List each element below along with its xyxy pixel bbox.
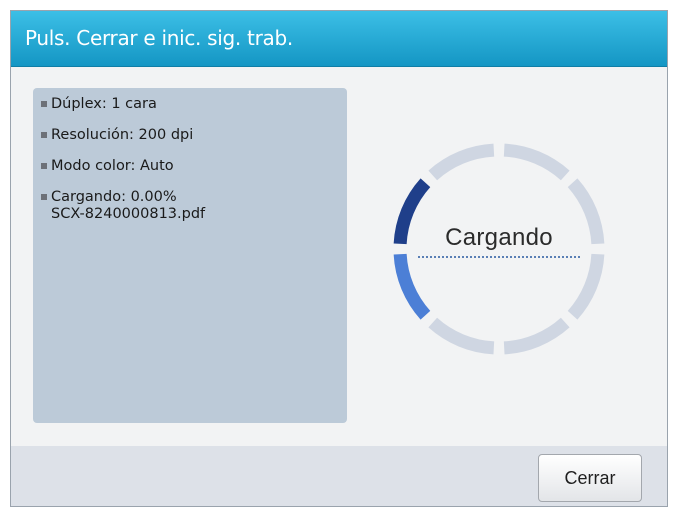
spinner-segment — [428, 317, 495, 355]
info-item-duplex: Dúplex: 1 cara — [41, 96, 205, 113]
spinner-segment — [503, 317, 570, 355]
loading-spinner: Cargando — [388, 138, 610, 360]
bullet-icon — [41, 194, 47, 200]
dialog-titlebar: Puls. Cerrar e inic. sig. trab. — [11, 11, 667, 67]
file-name-text: SCX-8240000813.pdf — [51, 206, 206, 222]
info-item-loading: Cargando: 0.00% SCX-8240000813.pdf — [41, 189, 205, 223]
info-item-resolution: Resolución: 200 dpi — [41, 127, 205, 144]
spinner-divider — [418, 256, 580, 258]
spinner-segment — [503, 143, 570, 181]
bullet-icon — [41, 132, 47, 138]
job-progress-dialog: Puls. Cerrar e inic. sig. trab. Dúplex: … — [10, 10, 668, 507]
job-info-panel: Dúplex: 1 cara Resolución: 200 dpi Modo … — [33, 88, 347, 423]
loading-progress-text: Cargando: 0.00% — [51, 189, 177, 205]
spinner-segment — [428, 143, 495, 181]
job-info-list: Dúplex: 1 cara Resolución: 200 dpi Modo … — [41, 96, 205, 237]
bullet-icon — [41, 101, 47, 107]
info-text: Dúplex: 1 cara — [51, 96, 157, 112]
info-item-color-mode: Modo color: Auto — [41, 158, 205, 175]
bullet-icon — [41, 163, 47, 169]
spinner-label: Cargando — [445, 224, 553, 251]
spinner-segment — [567, 253, 605, 320]
spinner-segment — [393, 253, 431, 320]
dialog-footer: Cerrar — [11, 446, 667, 506]
dialog-title: Puls. Cerrar e inic. sig. trab. — [25, 26, 293, 50]
close-button[interactable]: Cerrar — [538, 454, 642, 502]
info-text: Modo color: Auto — [51, 158, 174, 174]
info-text: Resolución: 200 dpi — [51, 127, 194, 143]
